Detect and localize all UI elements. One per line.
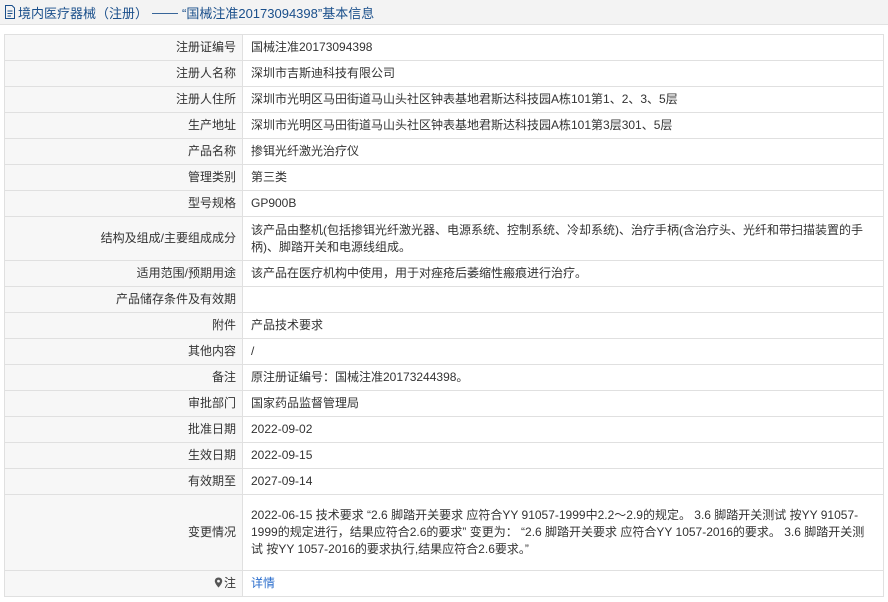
row-label: 适用范围/预期用途 bbox=[4, 260, 243, 287]
row-value: 该产品在医疗机构中使用，用于对痤疮后萎缩性瘢痕进行治疗。 bbox=[242, 260, 884, 287]
header-category: 境内医疗器械（注册） bbox=[18, 5, 149, 21]
table-row: 注册证编号 国械注准20173094398 bbox=[4, 34, 884, 61]
row-label: 注册人名称 bbox=[4, 60, 243, 87]
header-record-title: “国械注准20173094398”基本信息 bbox=[182, 5, 375, 21]
row-label: 产品名称 bbox=[4, 138, 243, 165]
note-value-cell: 详情 bbox=[242, 570, 884, 597]
row-label: 型号规格 bbox=[4, 190, 243, 217]
details-link[interactable]: 详情 bbox=[251, 576, 275, 590]
table-row: 其他内容 / bbox=[4, 338, 884, 365]
table-row: 变更情况 2022-06-15 技术要求 “2.6 脚踏开关要求 应符合YY 9… bbox=[4, 494, 884, 571]
header-separator: —— bbox=[152, 4, 179, 20]
table-row: 型号规格 GP900B bbox=[4, 190, 884, 217]
row-value: 原注册证编号：国械注准20173244398。 bbox=[242, 364, 884, 391]
table-row: 有效期至 2027-09-14 bbox=[4, 468, 884, 495]
location-pin-icon bbox=[214, 577, 223, 588]
document-icon bbox=[5, 5, 15, 19]
row-label: 注册证编号 bbox=[4, 34, 243, 61]
table-row: 批准日期 2022-09-02 bbox=[4, 416, 884, 443]
note-row: 注 详情 bbox=[4, 570, 884, 597]
table-row: 附件 产品技术要求 bbox=[4, 312, 884, 339]
table-row: 产品名称 掺铒光纤激光治疗仪 bbox=[4, 138, 884, 165]
row-label: 注册人住所 bbox=[4, 86, 243, 113]
row-label: 其他内容 bbox=[4, 338, 243, 365]
row-label: 变更情况 bbox=[4, 494, 243, 571]
table-row: 注册人住所 深圳市光明区马田街道马山头社区钟表基地君斯达科技园A栋101第1、2… bbox=[4, 86, 884, 113]
row-value: 2022-09-15 bbox=[242, 442, 884, 469]
row-label: 备注 bbox=[4, 364, 243, 391]
table-row: 适用范围/预期用途 该产品在医疗机构中使用，用于对痤疮后萎缩性瘢痕进行治疗。 bbox=[4, 260, 884, 287]
row-label: 管理类别 bbox=[4, 164, 243, 191]
row-value: 2027-09-14 bbox=[242, 468, 884, 495]
row-label: 批准日期 bbox=[4, 416, 243, 443]
row-label: 产品储存条件及有效期 bbox=[4, 286, 243, 313]
table-row: 结构及组成/主要组成成分 该产品由整机(包括掺铒光纤激光器、电源系统、控制系统、… bbox=[4, 216, 884, 261]
row-value: 第三类 bbox=[242, 164, 884, 191]
row-label: 有效期至 bbox=[4, 468, 243, 495]
row-value: GP900B bbox=[242, 190, 884, 217]
row-label: 附件 bbox=[4, 312, 243, 339]
table-row: 生产地址 深圳市光明区马田街道马山头社区钟表基地君斯达科技园A栋101第3层30… bbox=[4, 112, 884, 139]
row-value: 深圳市光明区马田街道马山头社区钟表基地君斯达科技园A栋101第1、2、3、5层 bbox=[242, 86, 884, 113]
table-row: 产品储存条件及有效期 bbox=[4, 286, 884, 313]
table-row: 备注 原注册证编号：国械注准20173244398。 bbox=[4, 364, 884, 391]
row-value bbox=[242, 286, 884, 313]
row-value: / bbox=[242, 338, 884, 365]
row-value: 深圳市吉斯迪科技有限公司 bbox=[242, 60, 884, 87]
row-value: 国家药品监督管理局 bbox=[242, 390, 884, 417]
page-header: 境内医疗器械（注册） —— “国械注准20173094398”基本信息 bbox=[0, 0, 888, 25]
registration-info-table: 注册证编号 国械注准20173094398 注册人名称 深圳市吉斯迪科技有限公司… bbox=[4, 34, 884, 597]
row-value: 产品技术要求 bbox=[242, 312, 884, 339]
note-label: 注 bbox=[223, 576, 236, 590]
table-row: 管理类别 第三类 bbox=[4, 164, 884, 191]
row-label: 生产地址 bbox=[4, 112, 243, 139]
table-row: 审批部门 国家药品监督管理局 bbox=[4, 390, 884, 417]
note-label-cell: 注 bbox=[4, 570, 243, 597]
row-value: 国械注准20173094398 bbox=[242, 34, 884, 61]
table-row: 生效日期 2022-09-15 bbox=[4, 442, 884, 469]
row-label: 生效日期 bbox=[4, 442, 243, 469]
row-value: 2022-06-15 技术要求 “2.6 脚踏开关要求 应符合YY 91057-… bbox=[242, 494, 884, 571]
table-row: 注册人名称 深圳市吉斯迪科技有限公司 bbox=[4, 60, 884, 87]
row-value: 掺铒光纤激光治疗仪 bbox=[242, 138, 884, 165]
row-label: 审批部门 bbox=[4, 390, 243, 417]
row-label: 结构及组成/主要组成成分 bbox=[4, 216, 243, 261]
row-value: 该产品由整机(包括掺铒光纤激光器、电源系统、控制系统、冷却系统)、治疗手柄(含治… bbox=[242, 216, 884, 261]
row-value: 深圳市光明区马田街道马山头社区钟表基地君斯达科技园A栋101第3层301、5层 bbox=[242, 112, 884, 139]
row-value: 2022-09-02 bbox=[242, 416, 884, 443]
